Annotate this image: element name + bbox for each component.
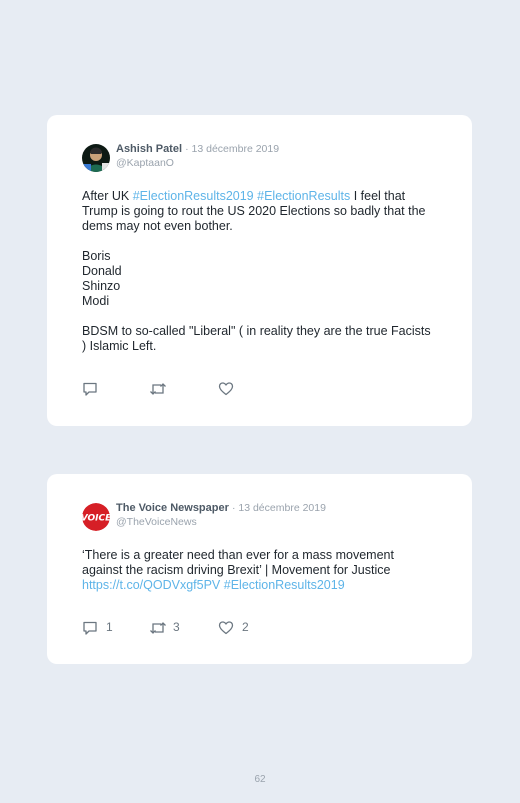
- author-handle[interactable]: @KaptaanO: [116, 156, 174, 170]
- hashtag-link[interactable]: #ElectionResults: [257, 189, 350, 203]
- reply-button[interactable]: 1: [82, 620, 122, 636]
- tweet-actions: [82, 381, 282, 397]
- tweet-paragraph: BDSM to so-called "Liberal" ( in reality…: [82, 324, 431, 353]
- tweet-date[interactable]: · 13 décembre 2019: [232, 502, 326, 514]
- hashtag-link[interactable]: #ElectionResults2019: [133, 189, 254, 203]
- tweet-text: ‘There is a greater need than ever for a…: [82, 548, 437, 593]
- text-segment: ‘There is a greater need than ever for a…: [82, 548, 394, 577]
- url-link[interactable]: https://t.co/QODVxgf5PV: [82, 578, 220, 592]
- author-line: Ashish Patel · 13 décembre 2019: [116, 142, 279, 156]
- author-line: The Voice Newspaper · 13 décembre 2019: [116, 501, 326, 515]
- retweet-button[interactable]: 3: [149, 620, 189, 636]
- tweet-paragraph: After UK #ElectionResults2019 #ElectionR…: [82, 189, 437, 234]
- tweet-paragraph: ‘There is a greater need than ever for a…: [82, 548, 437, 593]
- list-line: Boris: [82, 249, 111, 263]
- reply-count: 1: [106, 620, 113, 634]
- tweet-card: VOICE The Voice Newspaper · 13 décembre …: [47, 474, 472, 664]
- voice-logo-text: VOICE: [82, 514, 110, 524]
- retweet-icon: [150, 383, 166, 395]
- avatar[interactable]: VOICE: [82, 503, 110, 531]
- author-name[interactable]: The Voice Newspaper: [116, 502, 229, 514]
- text-segment: After UK: [82, 189, 133, 203]
- author-name[interactable]: Ashish Patel: [116, 143, 182, 155]
- retweet-icon: [150, 622, 166, 634]
- reply-icon: [83, 621, 97, 635]
- page-number: 62: [254, 774, 266, 785]
- avatar[interactable]: [82, 144, 110, 172]
- reply-icon: [83, 382, 97, 396]
- heart-icon: [218, 382, 234, 396]
- hashtag-link[interactable]: #ElectionResults2019: [224, 578, 345, 592]
- like-count: 2: [242, 620, 249, 634]
- heart-icon: [218, 621, 234, 635]
- tweet-text: After UK #ElectionResults2019 #ElectionR…: [82, 189, 437, 354]
- list-line: Shinzo: [82, 279, 121, 293]
- like-button[interactable]: 2: [218, 620, 258, 636]
- tweet-date[interactable]: · 13 décembre 2019: [185, 143, 279, 155]
- retweet-count: 3: [173, 620, 180, 634]
- tweet-card: Ashish Patel · 13 décembre 2019 @Kaptaan…: [47, 115, 472, 426]
- tweet-actions: 1 3 2: [82, 620, 282, 636]
- list-line: Donald: [82, 264, 122, 278]
- list-line: Modi: [82, 294, 110, 308]
- author-handle[interactable]: @TheVoiceNews: [116, 515, 197, 529]
